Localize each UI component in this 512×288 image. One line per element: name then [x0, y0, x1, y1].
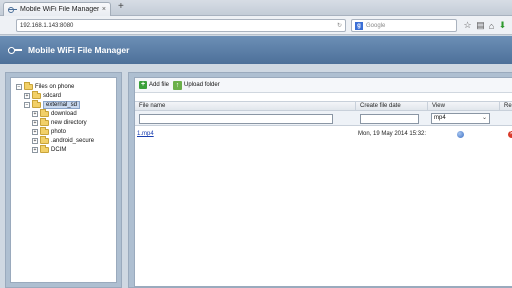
expand-icon[interactable]: + — [32, 119, 38, 126]
tree-label: download — [51, 110, 77, 117]
table-row[interactable]: 1.mp4 Mon, 19 May 2014 15:32:4 × — [135, 130, 512, 139]
browser-toolbar: 192.168.1.143:8080 ↻ g Google ☆ ▤ ⌂ ⬇ — [0, 16, 512, 35]
key-logo-icon — [8, 47, 22, 54]
download-icon[interactable]: ⬇ — [497, 20, 508, 31]
folder-tree: − Files on phone + sdcard − external_sd … — [10, 77, 117, 283]
folder-icon — [24, 81, 33, 90]
add-icon: + — [139, 81, 147, 89]
close-tab-icon[interactable]: × — [102, 6, 106, 13]
folder-icon — [40, 108, 49, 117]
tree-item-external-sd[interactable]: − external_sd — [14, 99, 113, 109]
file-date: Mon, 19 May 2014 15:32:4 — [358, 131, 426, 137]
add-file-button[interactable]: + Add file — [139, 81, 169, 89]
filter-date-input[interactable] — [360, 114, 419, 124]
app-header: Mobile WiFi File Manager — [0, 36, 512, 64]
tree-item-new-directory[interactable]: + new directory — [14, 117, 113, 127]
grid-header: File name Create file date View Remo — [135, 101, 512, 112]
collapse-icon[interactable]: − — [24, 101, 30, 108]
folder-icon — [40, 135, 49, 144]
folder-icon — [40, 117, 49, 126]
browser-tab[interactable]: Mobile WiFi File Manager × — [3, 2, 111, 16]
tree-label: photo — [51, 128, 67, 135]
expand-icon[interactable]: + — [32, 146, 38, 153]
folder-icon — [32, 90, 41, 99]
tree-item-android-secure[interactable]: + .android_secure — [14, 135, 113, 145]
expand-icon[interactable]: + — [24, 92, 30, 99]
action-bar: + Add file ↑ Upload folder — [135, 78, 512, 93]
upload-folder-button[interactable]: ↑ Upload folder — [173, 80, 220, 90]
reload-icon[interactable]: ↻ — [337, 22, 342, 29]
expand-icon[interactable]: + — [32, 128, 38, 135]
upload-folder-label: Upload folder — [184, 82, 220, 88]
tab-title: Mobile WiFi File Manager — [20, 6, 99, 13]
url-text: 192.168.1.143:8080 — [20, 22, 74, 29]
home-icon[interactable]: ⌂ — [486, 20, 497, 31]
folder-icon — [40, 144, 49, 153]
tree-label: .android_secure — [51, 137, 95, 144]
tree-item-dcim[interactable]: + DCIM — [14, 144, 113, 154]
bookmarks-icon[interactable]: ▤ — [475, 20, 486, 31]
filter-row: mp4 ⌄ — [135, 111, 512, 126]
search-placeholder: Google — [366, 22, 386, 29]
file-name-link[interactable]: 1.mp4 — [137, 130, 347, 139]
tree-label: sdcard — [43, 92, 62, 99]
delete-icon[interactable]: × — [508, 131, 512, 138]
tree-item-sdcard[interactable]: + sdcard — [14, 90, 113, 100]
tree-item-photo[interactable]: + photo — [14, 126, 113, 136]
expand-icon[interactable]: + — [32, 137, 38, 144]
tree-label: DCIM — [51, 146, 67, 153]
folder-tree-panel: − Files on phone + sdcard − external_sd … — [5, 72, 122, 288]
tree-label: Files on phone — [35, 83, 75, 90]
tree-item-download[interactable]: + download — [14, 108, 113, 118]
filter-view-value: mp4 — [434, 115, 446, 121]
chevron-down-icon: ⌄ — [481, 115, 487, 121]
search-box[interactable]: g Google — [351, 19, 457, 32]
new-tab-button[interactable]: + — [118, 1, 124, 12]
play-icon[interactable] — [457, 131, 464, 138]
address-bar[interactable]: 192.168.1.143:8080 ↻ — [16, 19, 346, 32]
browser-tab-bar: Mobile WiFi File Manager × + — [0, 0, 512, 16]
google-icon: g — [355, 21, 363, 30]
collapse-icon[interactable]: − — [16, 83, 22, 90]
file-panel: + Add file ↑ Upload folder File name Cre… — [128, 72, 512, 288]
upload-icon: ↑ — [173, 80, 183, 90]
folder-icon — [32, 99, 41, 108]
file-grid: + Add file ↑ Upload folder File name Cre… — [134, 77, 512, 287]
tree-label: external_sd — [43, 100, 81, 109]
add-file-label: Add file — [149, 82, 170, 88]
star-icon[interactable]: ☆ — [462, 20, 473, 31]
expand-icon[interactable]: + — [32, 110, 38, 117]
app-title: Mobile WiFi File Manager — [28, 45, 130, 55]
tree-root[interactable]: − Files on phone — [14, 81, 113, 91]
filter-view-select[interactable]: mp4 ⌄ — [431, 113, 490, 124]
filter-file-name-input[interactable] — [139, 114, 333, 124]
tree-label: new directory — [51, 119, 87, 126]
folder-icon — [40, 126, 49, 135]
key-icon — [8, 7, 17, 13]
